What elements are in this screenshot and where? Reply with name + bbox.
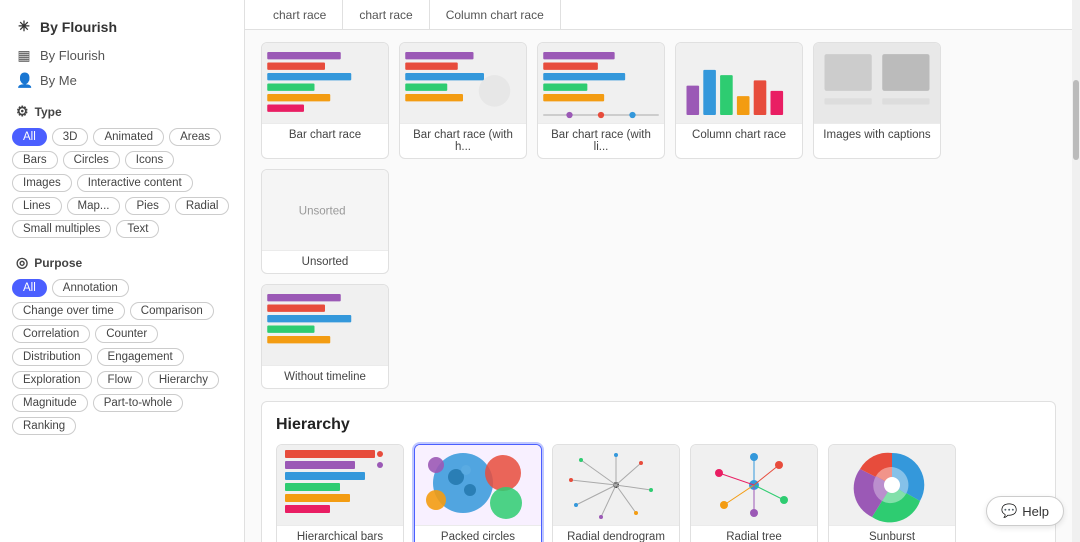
thumb-without-timeline <box>262 285 388 365</box>
card-column-chart-race-label: Column chart race <box>676 123 802 146</box>
card-radial-tree-label: Radial tree <box>691 525 817 542</box>
card-without-timeline-label: Without timeline <box>262 365 388 388</box>
tag-exploration[interactable]: Exploration <box>12 371 92 389</box>
card-bar-race-li[interactable]: Bar chart race (with li... <box>537 42 665 159</box>
card-sunburst-label: Sunburst <box>829 525 955 542</box>
tag-change-over-time[interactable]: Change over time <box>12 302 125 320</box>
card-packed-circles-label: Packed circles <box>415 525 541 542</box>
card-sunburst[interactable]: Sunburst <box>828 444 956 542</box>
thumb-hierarchical-bars <box>277 445 403 525</box>
card-bar-race-h[interactable]: Bar chart race (with h... <box>399 42 527 159</box>
thumb-radial-tree <box>691 445 817 525</box>
sidebar-by-flourish[interactable]: ▦ By Flourish <box>0 43 244 68</box>
tag-text[interactable]: Text <box>116 220 159 238</box>
user-icon: 👤 <box>16 72 32 89</box>
card-hierarchical-bars-label: Hierarchical bars <box>277 525 403 542</box>
card-without-timeline[interactable]: Without timeline <box>261 284 389 389</box>
thumb-radial-dendrogram <box>553 445 679 525</box>
tag-counter[interactable]: Counter <box>95 325 158 343</box>
sidebar-by-me-label: By Me <box>40 73 77 88</box>
tag-engagement[interactable]: Engagement <box>97 348 184 366</box>
thumb-bar-race-h <box>400 43 526 123</box>
card-bar-chart-race-label: Bar chart race <box>262 123 388 146</box>
scroll-indicator <box>1072 0 1080 542</box>
tag-hierarchy[interactable]: Hierarchy <box>148 371 219 389</box>
tag-correlation[interactable]: Correlation <box>12 325 90 343</box>
type-section-label: ⚙ Type <box>0 93 244 124</box>
tag-radial[interactable]: Radial <box>175 197 230 215</box>
card-packed-circles[interactable]: Packed circles <box>414 444 542 542</box>
thumb-packed-circles <box>415 445 541 525</box>
without-timeline-section: Without timeline <box>261 284 1056 389</box>
card-images-captions[interactable]: Images with captions <box>813 42 941 159</box>
top-nav: chart race chart race Column chart race <box>245 0 1072 30</box>
sidebar: ✳ By Flourish ▦ By Flourish 👤 By Me ⚙ Ty… <box>0 0 245 542</box>
hierarchy-cards-grid: Hierarchical bars <box>276 444 1041 542</box>
thumb-sunburst <box>829 445 955 525</box>
thumb-unsorted: Unsorted <box>262 170 388 250</box>
tag-lines[interactable]: Lines <box>12 197 62 215</box>
help-label: Help <box>1022 504 1049 519</box>
tag-distribution[interactable]: Distribution <box>12 348 92 366</box>
hierarchy-section-title: Hierarchy <box>276 416 1041 434</box>
card-radial-dendrogram[interactable]: Radial dendrogram <box>552 444 680 542</box>
card-hierarchical-bars[interactable]: Hierarchical bars <box>276 444 404 542</box>
tag-comparison[interactable]: Comparison <box>130 302 214 320</box>
tag-magnitude[interactable]: Magnitude <box>12 394 88 412</box>
scroll-thumb[interactable] <box>1073 80 1079 160</box>
help-button[interactable]: 💬 Help <box>986 496 1064 526</box>
tag-animated[interactable]: Animated <box>93 128 164 146</box>
help-icon: 💬 <box>1001 503 1017 519</box>
type-icon: ⚙ <box>16 103 29 120</box>
purpose-tags-group: All Annotation Change over time Comparis… <box>0 275 244 441</box>
card-column-chart-race[interactable]: Column chart race <box>675 42 803 159</box>
thumb-images-captions <box>814 43 940 123</box>
tag-images[interactable]: Images <box>12 174 72 192</box>
star-icon: ✳ <box>16 18 32 35</box>
tag-circles[interactable]: Circles <box>63 151 120 169</box>
tab-chart-race-2[interactable]: chart race <box>343 0 429 29</box>
svg-text:Unsorted: Unsorted <box>299 206 346 218</box>
sidebar-by-flourish-label: By Flourish <box>40 48 105 63</box>
tag-pies[interactable]: Pies <box>125 197 169 215</box>
card-bar-race-li-label: Bar chart race (with li... <box>538 123 664 158</box>
tag-all-type[interactable]: All <box>12 128 47 146</box>
card-unsorted[interactable]: Unsorted Unsorted <box>261 169 389 274</box>
card-radial-dendrogram-label: Radial dendrogram <box>553 525 679 542</box>
tag-annotation[interactable]: Annotation <box>52 279 129 297</box>
tag-maps[interactable]: Map... <box>67 197 121 215</box>
top-cards-grid: Bar chart race Bar chart race (with h... <box>261 42 1056 274</box>
tag-icons[interactable]: Icons <box>125 151 175 169</box>
tab-column-chart-race[interactable]: Column chart race <box>430 0 561 29</box>
main-content: chart race chart race Column chart race <box>245 0 1072 542</box>
grid-icon: ▦ <box>16 47 32 64</box>
tag-3d[interactable]: 3D <box>52 128 89 146</box>
tag-ranking[interactable]: Ranking <box>12 417 76 435</box>
tab-chart-race-1[interactable]: chart race <box>257 0 343 29</box>
sidebar-by-me[interactable]: 👤 By Me <box>0 68 244 93</box>
tag-interactive[interactable]: Interactive content <box>77 174 193 192</box>
card-radial-tree[interactable]: Radial tree <box>690 444 818 542</box>
hierarchy-section: Hierarchy <box>261 401 1056 542</box>
sidebar-by-flourish-star[interactable]: ✳ By Flourish <box>0 10 244 43</box>
tag-flow[interactable]: Flow <box>97 371 143 389</box>
purpose-section-label: ◎ Purpose <box>0 244 244 275</box>
purpose-icon: ◎ <box>16 254 28 271</box>
tag-bars[interactable]: Bars <box>12 151 58 169</box>
card-images-captions-label: Images with captions <box>814 123 940 146</box>
thumb-bar-chart-race <box>262 43 388 123</box>
tag-small-multiples[interactable]: Small multiples <box>12 220 111 238</box>
card-bar-race-h-label: Bar chart race (with h... <box>400 123 526 158</box>
card-bar-chart-race[interactable]: Bar chart race <box>261 42 389 159</box>
tag-part-to-whole[interactable]: Part-to-whole <box>93 394 183 412</box>
content-area: Bar chart race Bar chart race (with h... <box>245 30 1072 542</box>
sidebar-flourish-title: By Flourish <box>40 19 117 35</box>
type-tags-group: All 3D Animated Areas Bars Circles Icons… <box>0 124 244 244</box>
tag-areas[interactable]: Areas <box>169 128 221 146</box>
thumb-bar-race-li <box>538 43 664 123</box>
thumb-column-chart-race <box>676 43 802 123</box>
card-unsorted-label: Unsorted <box>262 250 388 273</box>
tag-all-purpose[interactable]: All <box>12 279 47 297</box>
